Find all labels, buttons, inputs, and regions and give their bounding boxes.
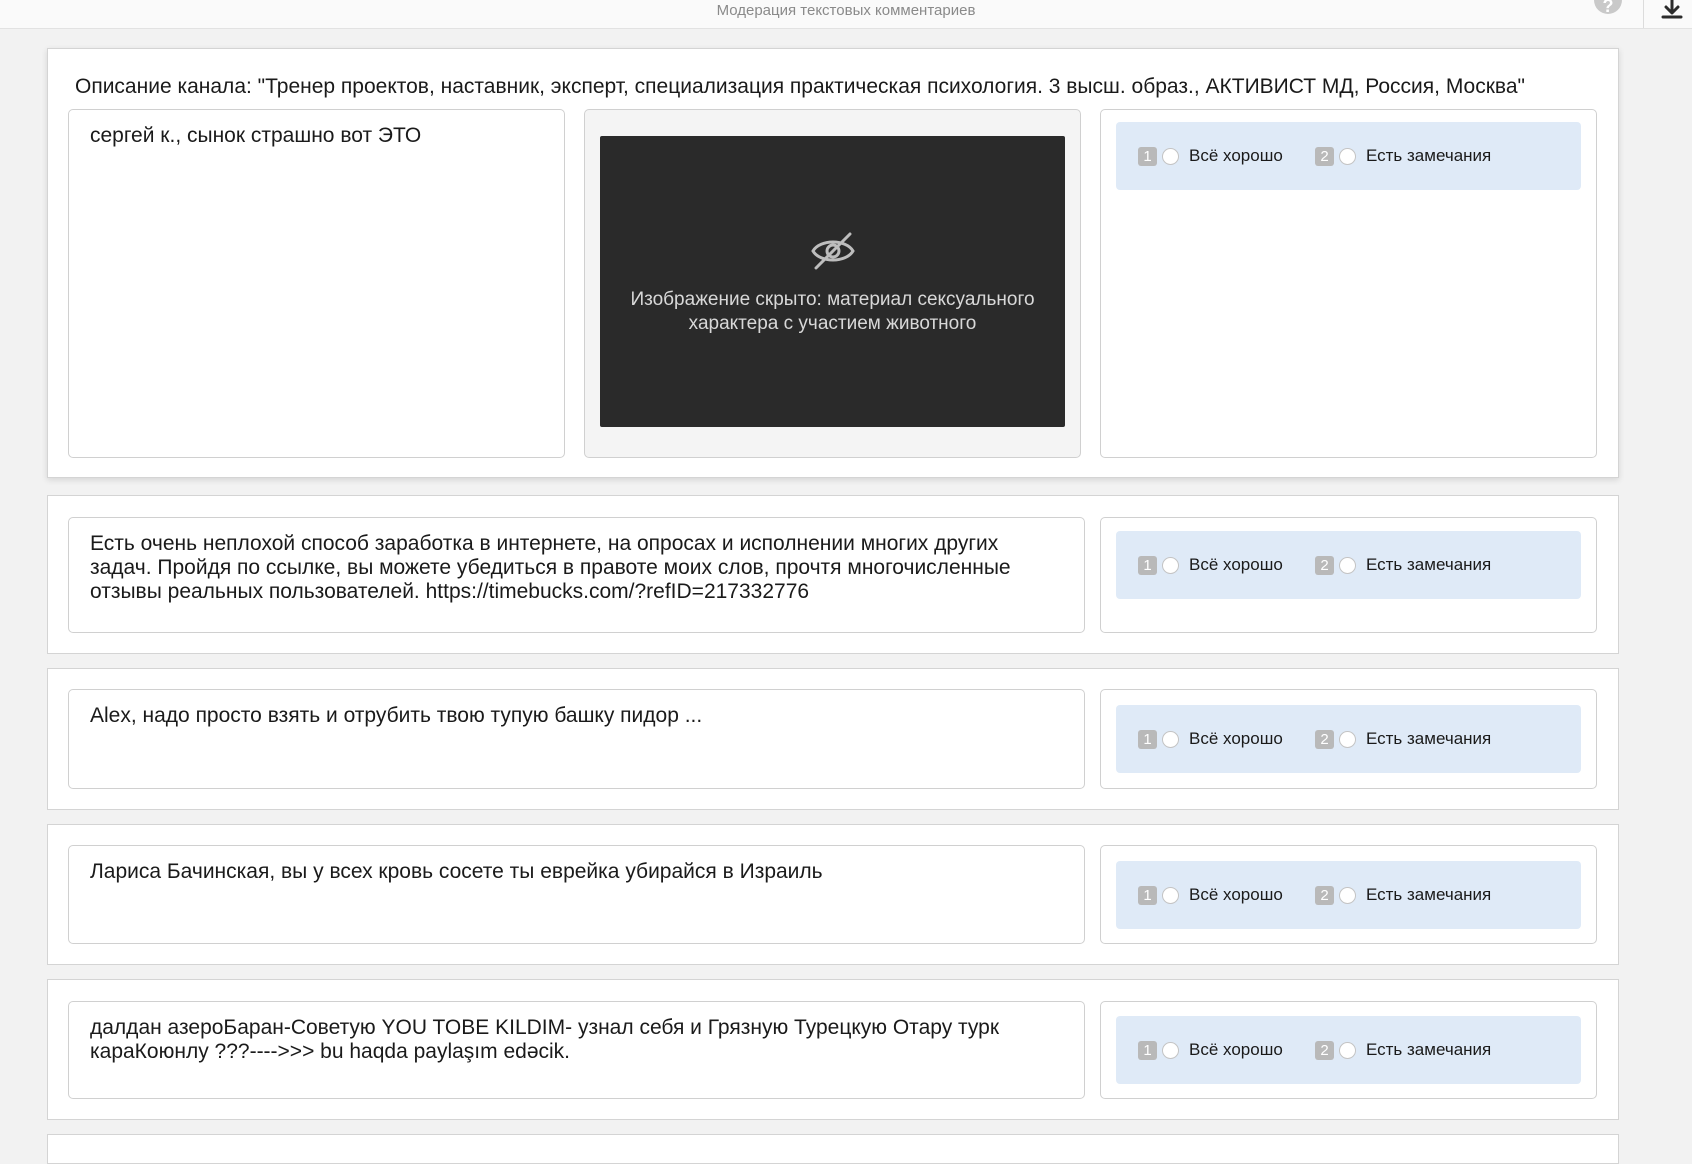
task-card-3: Alex, надо просто взять и отрубить твою …: [47, 668, 1619, 810]
hotkey-badge: 1: [1138, 885, 1157, 905]
comment-panel: Лариса Бачинская, вы у всех кровь сосете…: [68, 845, 1085, 944]
option-ok[interactable]: 1 Всё хорошо: [1138, 122, 1283, 190]
task-card-1: Описание канала: "Тренер проектов, наста…: [47, 48, 1619, 478]
comment-panel: сергей к., сынок страшно вот ЭТО: [68, 109, 565, 458]
top-bar: Модерация текстовых комментариев ?: [0, 0, 1692, 29]
hotkey-badge: 1: [1138, 729, 1157, 749]
radio-issues[interactable]: [1339, 886, 1356, 904]
option-ok-label: Всё хорошо: [1189, 146, 1283, 165]
comment-text: Alex, надо просто взять и отрубить твою …: [90, 704, 703, 727]
option-issues[interactable]: 2 Есть замечания: [1315, 705, 1491, 773]
option-issues[interactable]: 2 Есть замечания: [1315, 122, 1491, 190]
answer-options: 1 Всё хорошо 2 Есть замечания: [1116, 122, 1581, 190]
option-ok-label: Всё хорошо: [1189, 885, 1283, 904]
radio-ok[interactable]: [1162, 147, 1179, 165]
radio-issues[interactable]: [1339, 1041, 1356, 1059]
answer-options: 1 Всё хорошо 2 Есть замечания: [1116, 705, 1581, 773]
comment-text: Лариса Бачинская, вы у всех кровь сосете…: [90, 860, 823, 883]
radio-issues[interactable]: [1339, 147, 1356, 165]
option-ok-label: Всё хорошо: [1189, 729, 1283, 748]
hotkey-badge: 2: [1315, 729, 1334, 749]
option-issues[interactable]: 2 Есть замечания: [1315, 1016, 1491, 1084]
option-ok-label: Всё хорошо: [1189, 555, 1283, 574]
answer-panel: 1 Всё хорошо 2 Есть замечания: [1100, 1001, 1597, 1099]
channel-description: Описание канала: "Тренер проектов, наста…: [75, 75, 1525, 98]
option-issues-label: Есть замечания: [1366, 729, 1492, 748]
hotkey-badge: 2: [1315, 555, 1334, 575]
option-issues[interactable]: 2 Есть замечания: [1315, 531, 1491, 599]
radio-issues[interactable]: [1339, 556, 1356, 574]
radio-ok[interactable]: [1162, 730, 1179, 748]
radio-ok[interactable]: [1162, 886, 1179, 904]
hotkey-badge: 1: [1138, 1040, 1157, 1060]
answer-panel: 1 Всё хорошо 2 Есть замечания: [1100, 109, 1597, 458]
option-issues[interactable]: 2 Есть замечания: [1315, 861, 1491, 929]
comment-text: далдан азероБаран-Советую YOU TOBE KILDI…: [90, 1016, 1000, 1063]
answer-panel: 1 Всё хорошо 2 Есть замечания: [1100, 845, 1597, 944]
page-title: Модерация текстовых комментариев: [716, 2, 976, 19]
radio-ok[interactable]: [1162, 556, 1179, 574]
hotkey-badge: 2: [1315, 885, 1334, 905]
topbar-divider: [1643, 0, 1644, 28]
radio-ok[interactable]: [1162, 1041, 1179, 1059]
option-ok[interactable]: 1 Всё хорошо: [1138, 531, 1283, 599]
hotkey-badge: 1: [1138, 555, 1157, 575]
comment-panel: Есть очень неплохой способ заработка в и…: [68, 517, 1085, 633]
task-card-2: Есть очень неплохой способ заработка в и…: [47, 495, 1619, 654]
comment-panel: далдан азероБаран-Советую YOU TOBE KILDI…: [68, 1001, 1085, 1099]
option-issues-label: Есть замечания: [1366, 146, 1492, 165]
task-card-6: [47, 1134, 1619, 1164]
option-issues-label: Есть замечания: [1366, 1040, 1492, 1059]
task-card-4: Лариса Бачинская, вы у всех кровь сосете…: [47, 824, 1619, 965]
hotkey-badge: 2: [1315, 146, 1334, 166]
download-icon[interactable]: [1660, 0, 1684, 22]
option-ok[interactable]: 1 Всё хорошо: [1138, 705, 1283, 773]
hotkey-badge: 2: [1315, 1040, 1334, 1060]
answer-panel: 1 Всё хорошо 2 Есть замечания: [1100, 689, 1597, 789]
answer-options: 1 Всё хорошо 2 Есть замечания: [1116, 1016, 1581, 1084]
option-ok[interactable]: 1 Всё хорошо: [1138, 861, 1283, 929]
comment-text: сергей к., сынок страшно вот ЭТО: [90, 124, 422, 147]
option-issues-label: Есть замечания: [1366, 885, 1492, 904]
eye-off-icon: [810, 232, 855, 269]
radio-issues[interactable]: [1339, 730, 1356, 748]
answer-panel: 1 Всё хорошо 2 Есть замечания: [1100, 517, 1597, 633]
answer-options: 1 Всё хорошо 2 Есть замечания: [1116, 861, 1581, 929]
media-panel: Изображение скрыто: материал сексуальног…: [584, 109, 1081, 458]
answer-options: 1 Всё хорошо 2 Есть замечания: [1116, 531, 1581, 599]
option-issues-label: Есть замечания: [1366, 555, 1492, 574]
option-ok-label: Всё хорошо: [1189, 1040, 1283, 1059]
hotkey-badge: 1: [1138, 146, 1157, 166]
media-placeholder[interactable]: Изображение скрыто: материал сексуальног…: [600, 136, 1065, 427]
option-ok[interactable]: 1 Всё хорошо: [1138, 1016, 1283, 1084]
media-hidden-label: Изображение скрыто: материал сексуальног…: [630, 288, 1035, 334]
comment-text: Есть очень неплохой способ заработка в и…: [90, 532, 1011, 603]
task-card-5: далдан азероБаран-Советую YOU TOBE KILDI…: [47, 979, 1619, 1120]
comment-panel: Alex, надо просто взять и отрубить твою …: [68, 689, 1085, 789]
